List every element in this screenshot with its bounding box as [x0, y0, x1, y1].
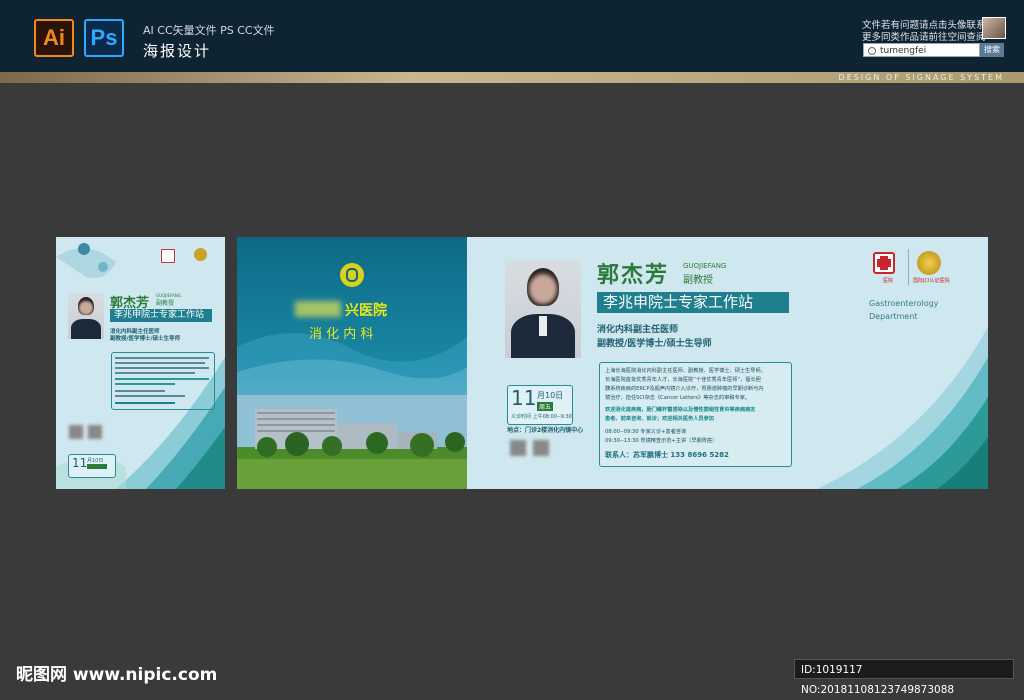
invite-line-2: 患者、前来咨询、就诊；欢迎相关医务人员参加: [605, 416, 714, 422]
dept-en-2: Department: [869, 312, 918, 321]
doctor-pinyin: GUOJIEFANG: [683, 262, 727, 270]
bio-line-3: 胰系统疾病的ERCP及超声内镜介入诊疗，胃肠道肿瘤的早期诊断与内: [605, 386, 764, 392]
bio-line-1: 上海长海医院消化内科副主任医师、副教授、医学博士、硕士生导师。: [605, 368, 766, 374]
schedule-line-1: 08:00--09:30 专家义诊+患者咨询: [605, 429, 687, 435]
contact-line: 联系人：苏军鹏博士 133 8696 5282: [605, 451, 729, 459]
date-box: 11 月10日 周五 义诊时间 上午08:00--9:30: [507, 385, 573, 425]
small-logo-red: [161, 249, 175, 263]
photoshop-icon: Ps: [84, 19, 124, 57]
small-date: 月10日: [87, 458, 104, 464]
hospital-logo-figure: [346, 268, 358, 282]
file-format-label: AI CC矢量文件 PS CC文件: [143, 24, 275, 37]
author-avatar[interactable]: [982, 17, 1006, 39]
page-title: 海报设计: [143, 42, 212, 60]
triptych-poster[interactable]: 兴医院 消 化 内 科 郭杰芳 GUOJIEFANG 副教授 李兆申院士专家工作…: [237, 237, 988, 489]
doctor-rank: 副教授: [683, 275, 713, 286]
top-header: Ai Ps AI CC矢量文件 PS CC文件 海报设计 文件若有问题请点击头像…: [0, 0, 1024, 72]
small-month-day: 11: [72, 456, 88, 470]
doctor-role2: 副教授/医学博士/硕士生导师: [597, 339, 712, 349]
red-cross-mark-h: [877, 259, 891, 267]
search-value: tumengfei: [880, 46, 927, 56]
bio-line-2: 长海医院首批优秀青年人才，长海医院“十佳优秀青年医师”，擅长胆: [605, 377, 761, 383]
small-poster[interactable]: 郭杰芳 GUOJIEFANG 副教授 李兆申院士专家工作站 消化内科副主任医师 …: [56, 237, 225, 489]
search-icon: [868, 47, 876, 55]
small-qr-1: [69, 425, 83, 439]
more-works-note[interactable]: 更多同类作品请前往空间查阅: [862, 29, 986, 43]
cover-panel: 兴医院 消 化 内 科: [237, 237, 467, 489]
image-id: ID:1019117 NO:20181108123749873088: [794, 659, 1014, 696]
department-name: 消 化 内 科: [309, 327, 374, 342]
search-input[interactable]: tumengfei: [863, 43, 980, 57]
jci-logo: [917, 251, 941, 275]
invite-line-1: 欢迎消化道疾病，肠门螺杆菌感染以及慢性萎缩性胃炎等疾病病友: [605, 407, 756, 413]
month-day: 11: [511, 386, 537, 410]
bio-line-4: 镜治疗，担任SCI杂志《Cancer Letters》等杂志的审稿专家。: [605, 395, 751, 401]
small-date-box: 11 月10日: [68, 454, 116, 478]
site-watermark[interactable]: 昵图网 www.nipic.com: [16, 660, 217, 685]
info-panel: 郭杰芳 GUOJIEFANG 副教授 李兆申院士专家工作站 消化内科副主任医师 …: [467, 237, 988, 489]
event-weekday: 周五: [537, 402, 554, 411]
small-logo-gold: [194, 248, 207, 261]
tagline: DESIGN OF SIGNAGE SYSTEM: [838, 73, 1004, 82]
doctor-name: 郭杰芳: [597, 262, 670, 288]
bio-box: 上海长海医院消化内科副主任医师、副教授、医学博士、硕士生导师。 长海医院首批优秀…: [599, 362, 792, 467]
small-doctor-photo: [68, 293, 104, 339]
small-qr-2: [88, 425, 102, 439]
small-station: 李兆申院士专家工作站: [110, 309, 212, 322]
qr-code-2: [533, 440, 549, 456]
station-banner: 李兆申院士专家工作站: [597, 292, 789, 313]
small-rank: 副教授: [156, 300, 175, 307]
hospital-name-blur: [295, 301, 341, 317]
doctor-photo: [505, 260, 581, 358]
small-bio-box: [111, 352, 215, 410]
qr-code-1: [510, 440, 526, 456]
schedule-line-2: 09:30--13:30 胃镜精查示范+主讲（早期胃癌）: [605, 438, 718, 444]
event-place: 地点：门诊2楼消化内镜中心: [507, 427, 584, 434]
event-time: 义诊时间 上午08:00--9:30: [511, 414, 572, 420]
hospital-name: 兴医院: [345, 303, 387, 319]
small-role2: 副教授/医学博士/硕士生导师: [110, 336, 181, 342]
logo-label-1: 医院: [883, 278, 894, 284]
event-date: 月10日: [537, 391, 564, 400]
doctor-role1: 消化内科副主任医师: [597, 325, 679, 335]
search-button[interactable]: 搜索: [980, 43, 1004, 57]
dept-en-1: Gastroenterology: [869, 299, 939, 308]
logo-label-2: 国际JCI认证医院: [913, 278, 950, 284]
illustrator-icon: Ai: [34, 19, 74, 57]
